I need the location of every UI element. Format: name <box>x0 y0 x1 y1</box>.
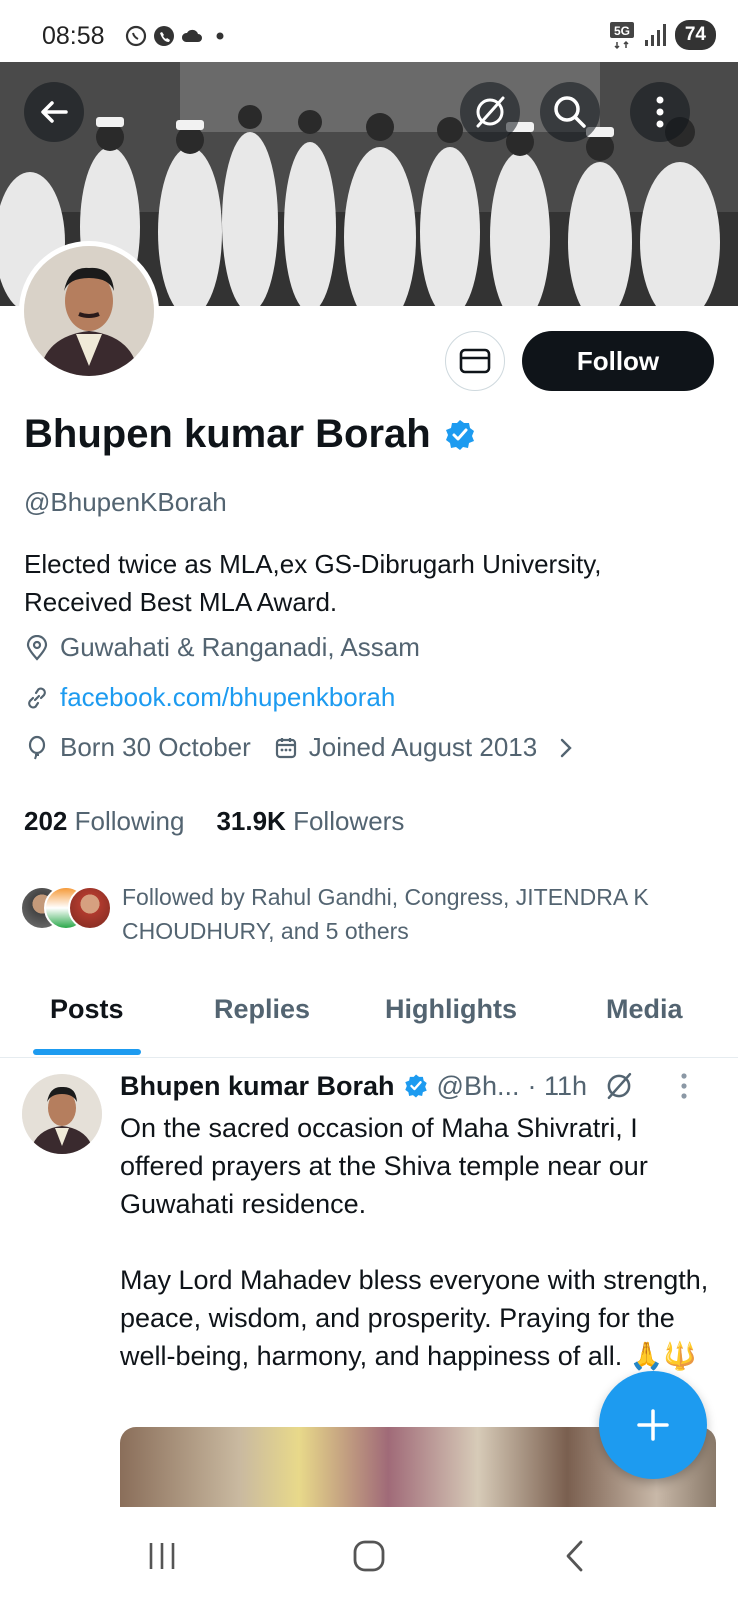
whatsapp-icon <box>125 25 147 47</box>
link-icon <box>28 687 46 708</box>
location-row: Guwahati & Ranganadi, Assam <box>24 632 420 663</box>
born-text: Born 30 October <box>60 732 251 762</box>
envelope-icon <box>459 348 491 374</box>
followers-label: Followers <box>293 806 405 836</box>
cloud-icon <box>181 29 202 42</box>
dot-icon <box>216 32 224 40</box>
profile-avatar[interactable] <box>19 241 159 381</box>
profile-photo <box>24 246 154 376</box>
notification-icons <box>124 24 232 48</box>
follow-counts: 202 Following 31.9K Followers <box>24 806 404 837</box>
profile-handle: @BhupenKBorah <box>24 487 227 517</box>
post-text: On the sacred occasion of Maha Shivratri… <box>120 1113 709 1371</box>
chevron-right-icon[interactable] <box>555 735 577 761</box>
recent-apps-icon <box>149 1543 175 1569</box>
post-author-handle: @Bh... <box>436 1070 520 1101</box>
dates-row: Born 30 October Joined August 2013 <box>24 732 577 763</box>
grok-icon[interactable] <box>603 1070 635 1102</box>
tab-media[interactable]: Media <box>606 994 683 1025</box>
chevron-left-icon <box>566 1540 583 1572</box>
home-button[interactable] <box>349 1536 389 1576</box>
follower-avatar <box>68 886 112 930</box>
verified-badge-icon <box>404 1074 427 1098</box>
system-navigation-bar <box>0 1508 738 1600</box>
back-button[interactable] <box>24 82 84 142</box>
battery-icon: 74 <box>674 20 716 50</box>
following-count: 202 <box>24 806 68 836</box>
followed-by-text: Followed by Rahul Gandhi, Congress, JITE… <box>122 884 649 944</box>
tab-replies[interactable]: Replies <box>214 994 310 1025</box>
system-back-button[interactable] <box>555 1536 595 1576</box>
recent-apps-button[interactable] <box>142 1536 182 1576</box>
grok-button[interactable] <box>460 82 520 142</box>
grok-icon <box>476 96 505 128</box>
tab-highlights[interactable]: Highlights <box>385 994 517 1025</box>
location-pin-icon <box>26 634 48 661</box>
back-arrow-icon <box>41 101 68 123</box>
more-vertical-icon <box>656 96 664 128</box>
5g-icon: 5G <box>609 22 634 50</box>
verified-badge-icon[interactable] <box>443 418 477 452</box>
following-link[interactable]: 202 Following <box>24 806 184 837</box>
followed-by-avatars <box>20 886 112 934</box>
compose-button[interactable] <box>599 1371 707 1479</box>
phone-icon <box>154 26 174 46</box>
profile-name-row: Bhupen kumar Borah <box>24 412 477 457</box>
post-time: · 11h <box>527 1070 588 1101</box>
signal-icon <box>644 24 666 46</box>
followers-count: 31.9K <box>216 806 286 836</box>
calendar-icon <box>275 737 296 758</box>
location-text: Guwahati & Ranganadi, Assam <box>60 632 420 662</box>
plus-icon <box>637 1409 669 1441</box>
followed-by-row[interactable]: Followed by Rahul Gandhi, Congress, JITE… <box>20 880 720 948</box>
profile-name: Bhupen kumar Borah <box>24 412 431 456</box>
home-icon <box>353 1540 385 1572</box>
search-button[interactable] <box>540 82 600 142</box>
svg-text:5G: 5G <box>614 24 630 38</box>
message-button[interactable] <box>445 331 505 391</box>
joined-text: Joined August 2013 <box>308 732 538 762</box>
profile-tabs: Posts Replies Highlights Media <box>0 980 738 1058</box>
profile-bio: Elected twice as MLA,ex GS-Dibrugarh Uni… <box>24 549 602 617</box>
website-row: facebook.com/bhupenkborah <box>24 682 395 713</box>
post-author-avatar[interactable] <box>22 1074 102 1154</box>
followers-link[interactable]: 31.9K Followers <box>216 806 404 837</box>
post-more-icon[interactable] <box>677 1070 691 1102</box>
follow-button[interactable]: Follow <box>522 331 714 391</box>
status-time: 08:58 <box>42 22 105 50</box>
system-icons: 5G 74 <box>609 20 716 50</box>
following-label: Following <box>74 806 185 836</box>
post-author-photo <box>22 1074 102 1154</box>
search-icon <box>554 96 586 128</box>
active-tab-indicator <box>33 1049 141 1055</box>
status-bar: 08:58 5G 74 <box>0 0 738 62</box>
post-author-name[interactable]: Bhupen kumar Borah <box>120 1071 395 1102</box>
tab-posts[interactable]: Posts <box>50 994 124 1025</box>
post-header: Bhupen kumar Borah @Bh... · 11h <box>120 1070 720 1102</box>
website-link[interactable]: facebook.com/bhupenkborah <box>60 682 395 713</box>
balloon-icon <box>28 735 46 759</box>
more-button[interactable] <box>630 82 690 142</box>
